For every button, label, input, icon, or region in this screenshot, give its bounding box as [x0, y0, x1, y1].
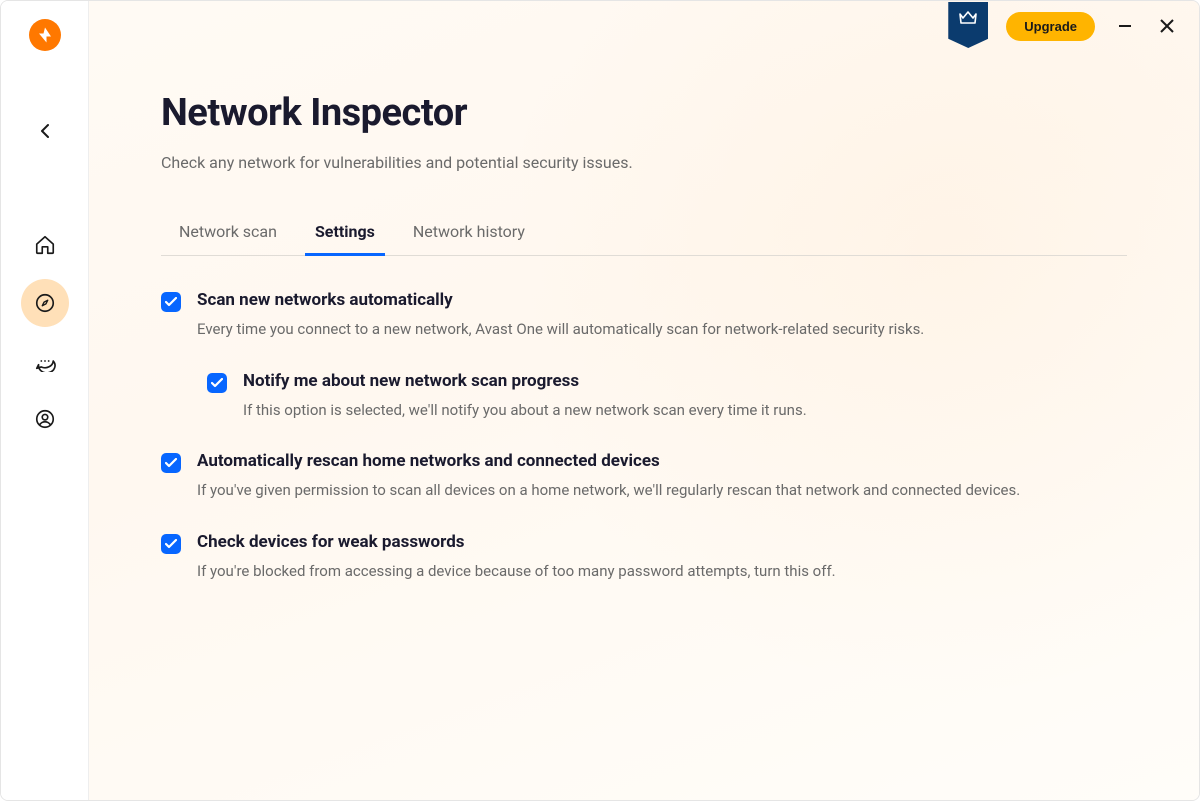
setting-title: Scan new networks automatically: [197, 290, 1127, 310]
main-panel: Upgrade Network Inspector Check any netw…: [89, 1, 1199, 800]
setting-title: Automatically rescan home networks and c…: [197, 451, 1127, 471]
close-icon: [1159, 18, 1175, 34]
setting-text: Scan new networks automatically Every ti…: [197, 290, 1127, 341]
setting-desc: If you've given permission to scan all d…: [197, 479, 1127, 502]
tabs: Network scan Settings Network history: [161, 212, 1127, 256]
tab-network-history[interactable]: Network history: [413, 212, 525, 255]
user-icon: [34, 408, 56, 430]
crown-icon: [958, 10, 978, 26]
checkbox-scan-auto[interactable]: [161, 292, 181, 312]
setting-desc: If you're blocked from accessing a devic…: [197, 560, 1127, 583]
setting-text: Automatically rescan home networks and c…: [197, 451, 1127, 502]
sidebar: [1, 1, 89, 800]
back-button[interactable]: [25, 111, 65, 151]
setting-title: Check devices for weak passwords: [197, 532, 1127, 552]
sidebar-item-messages[interactable]: [21, 337, 69, 385]
content-area: Network Inspector Check any network for …: [89, 1, 1199, 582]
setting-text: Check devices for weak passwords If you'…: [197, 532, 1127, 583]
checkbox-weak-passwords[interactable]: [161, 534, 181, 554]
checkbox-notify[interactable]: [207, 373, 227, 393]
check-icon: [211, 378, 223, 388]
close-button[interactable]: [1155, 14, 1179, 38]
check-icon: [165, 458, 177, 468]
sidebar-item-explore[interactable]: [21, 279, 69, 327]
tab-settings[interactable]: Settings: [315, 212, 375, 255]
sidebar-item-account[interactable]: [21, 395, 69, 443]
page-subtitle: Check any network for vulnerabilities an…: [161, 153, 1127, 172]
setting-scan-auto: Scan new networks automatically Every ti…: [161, 290, 1127, 341]
app-logo-icon: [29, 19, 61, 51]
checkbox-rescan[interactable]: [161, 453, 181, 473]
premium-badge[interactable]: [948, 2, 988, 48]
minimize-icon: [1118, 19, 1132, 33]
setting-desc: Every time you connect to a new network,…: [197, 318, 1127, 341]
setting-rescan: Automatically rescan home networks and c…: [161, 451, 1127, 502]
check-icon: [165, 297, 177, 307]
setting-text: Notify me about new network scan progres…: [243, 371, 1127, 422]
upgrade-button[interactable]: Upgrade: [1006, 12, 1095, 41]
sidebar-item-home[interactable]: [21, 221, 69, 269]
page-title: Network Inspector: [161, 91, 1127, 135]
setting-notify: Notify me about new network scan progres…: [207, 371, 1127, 422]
app-window: Upgrade Network Inspector Check any netw…: [0, 0, 1200, 801]
setting-desc: If this option is selected, we'll notify…: [243, 399, 1127, 422]
setting-title: Notify me about new network scan progres…: [243, 371, 1127, 391]
chat-icon: [34, 350, 56, 372]
compass-icon: [34, 292, 56, 314]
home-icon: [34, 234, 56, 256]
minimize-button[interactable]: [1113, 14, 1137, 38]
check-icon: [165, 539, 177, 549]
setting-weak-passwords: Check devices for weak passwords If you'…: [161, 532, 1127, 583]
settings-list: Scan new networks automatically Every ti…: [161, 256, 1127, 582]
tab-network-scan[interactable]: Network scan: [179, 212, 277, 255]
titlebar: Upgrade: [948, 1, 1199, 51]
